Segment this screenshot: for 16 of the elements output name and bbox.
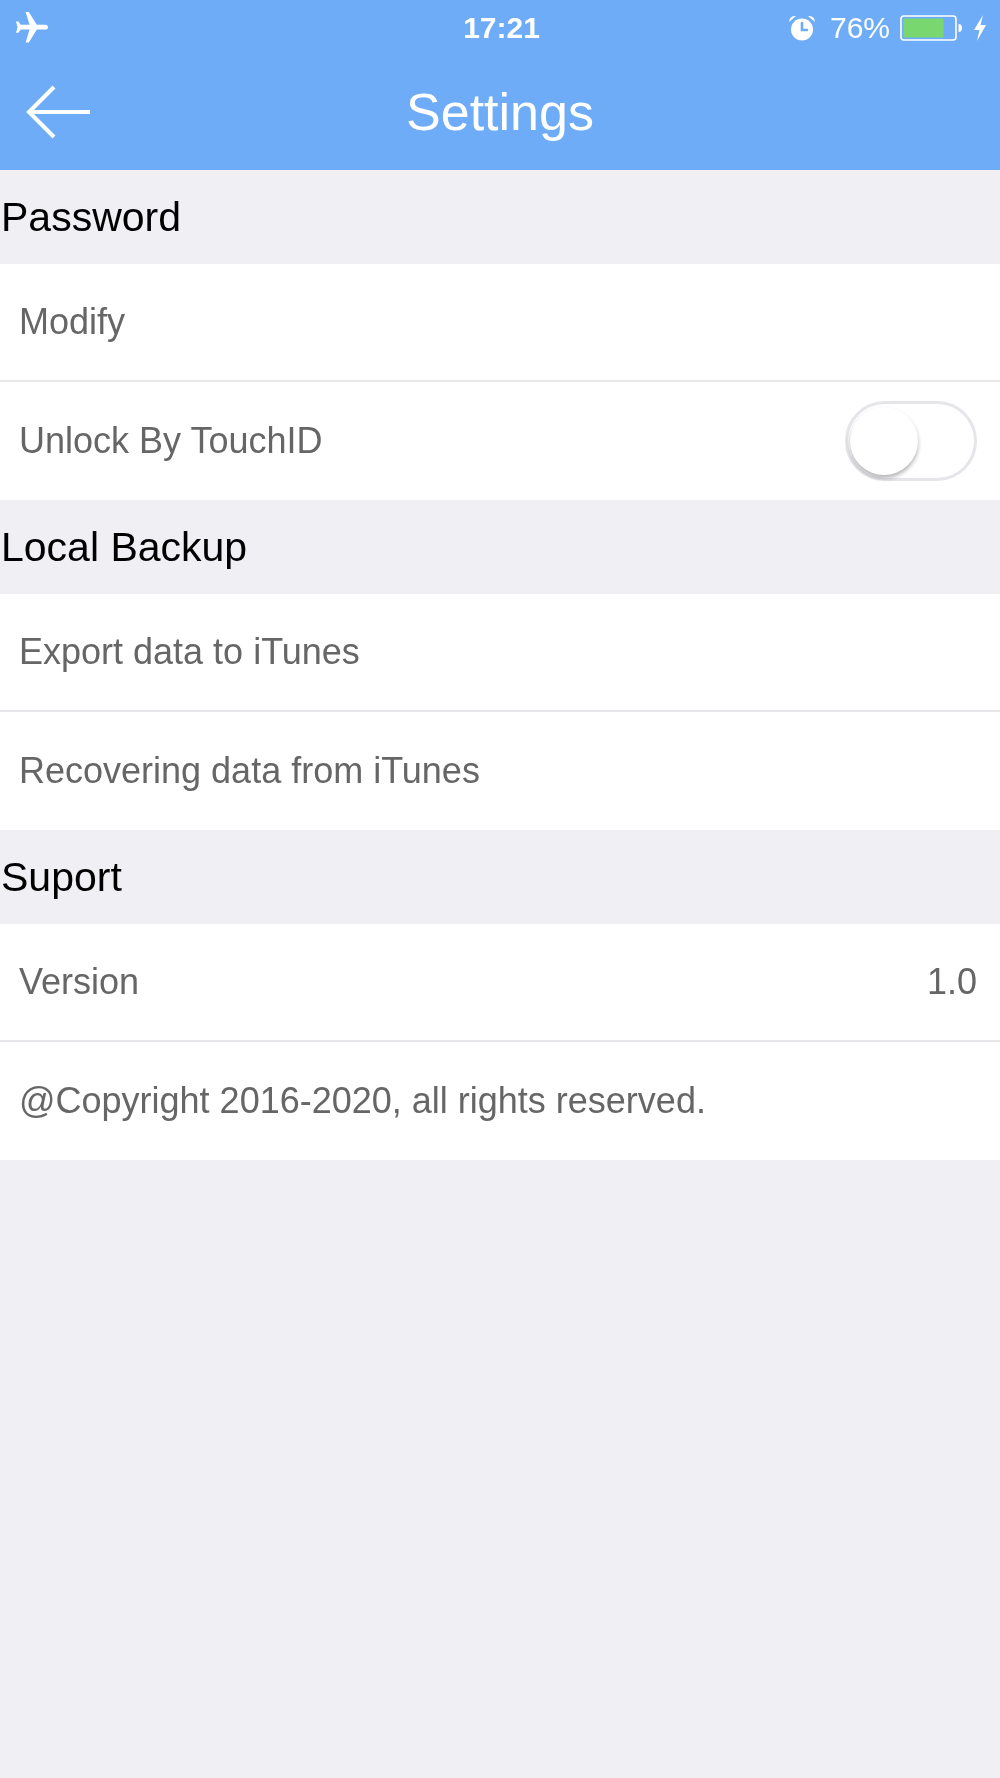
screen-title: Settings — [406, 81, 594, 142]
row-label: Version — [19, 961, 140, 1003]
back-button[interactable] — [26, 84, 92, 139]
menu-item[interactable]: Modify — [0, 264, 1000, 382]
battery-icon — [900, 14, 964, 41]
row-value: 1.0 — [926, 961, 977, 1003]
menu-item[interactable]: Recovering data from iTunes — [0, 712, 1000, 830]
status-time: 17:21 — [463, 10, 540, 45]
menu-item[interactable]: Export data to iTunes — [0, 594, 1000, 712]
arrow-left-icon — [26, 84, 92, 139]
row-label: Unlock By TouchID — [19, 420, 323, 462]
copyright-text: @Copyright 2016-2020, all rights reserved. — [19, 1080, 706, 1122]
section-header: Suport — [0, 853, 122, 901]
battery-percent: 76% — [829, 10, 890, 45]
section-header: Password — [0, 193, 181, 241]
section-header: Local Backup — [0, 523, 248, 571]
